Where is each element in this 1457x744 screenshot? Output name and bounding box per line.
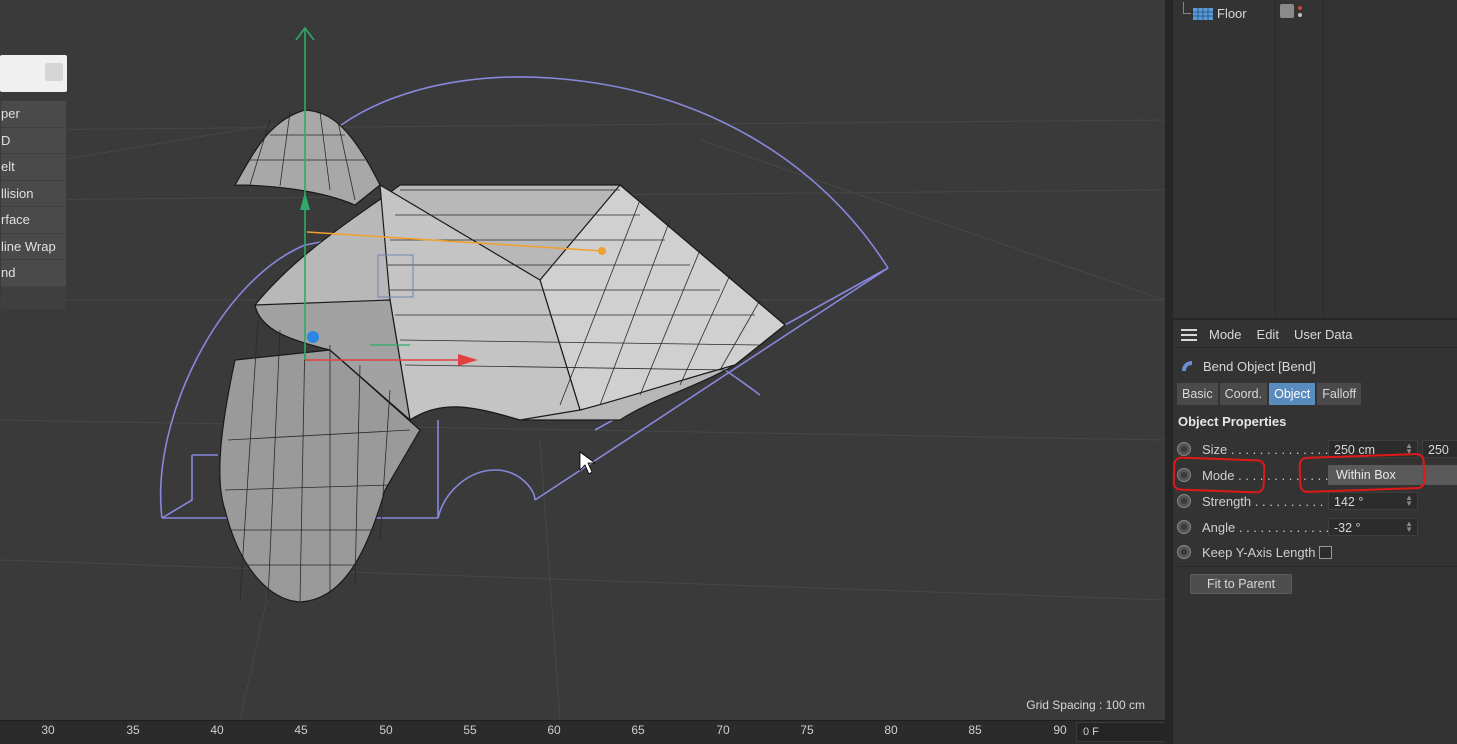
timeline-tick: 55 bbox=[463, 723, 477, 737]
prop-keep-y: Keep Y-Axis Length bbox=[1177, 541, 1457, 563]
menu-item-collision[interactable]: llision bbox=[1, 181, 66, 207]
keep-y-checkbox[interactable] bbox=[1319, 545, 1333, 559]
mouse-cursor-icon bbox=[579, 451, 597, 475]
menu-mode[interactable]: Mode bbox=[1209, 327, 1242, 342]
tab-basic[interactable]: Basic bbox=[1177, 383, 1218, 405]
animate-radio-icon[interactable] bbox=[1177, 545, 1191, 559]
timeline-tick: 70 bbox=[716, 723, 730, 737]
column-divider bbox=[1323, 0, 1324, 318]
current-frame-field[interactable]: 0 F bbox=[1076, 722, 1166, 742]
menu-edit[interactable]: Edit bbox=[1257, 327, 1279, 342]
edit-tag-icon[interactable] bbox=[1280, 4, 1294, 18]
timeline-tick: 30 bbox=[41, 723, 55, 737]
visibility-dots[interactable] bbox=[1298, 5, 1302, 17]
timeline-ruler[interactable]: 30 35 40 45 50 55 60 65 70 75 80 85 90 bbox=[0, 720, 1165, 744]
separator bbox=[1177, 566, 1457, 567]
tree-connector bbox=[1183, 2, 1191, 14]
section-heading: Object Properties bbox=[1178, 414, 1287, 429]
prop-label-keep-y: Keep Y-Axis Length bbox=[1202, 544, 1316, 560]
prop-angle: Angle . . . . . . . . . . . . . -32 ° ▲ ▼ bbox=[1177, 516, 1457, 538]
timeline-tick: 65 bbox=[631, 723, 645, 737]
grid-spacing-label: Grid Spacing : 100 cm bbox=[1026, 698, 1145, 712]
timeline-tick: 45 bbox=[294, 723, 308, 737]
timeline-tick: 85 bbox=[968, 723, 982, 737]
object-row-floor[interactable]: Floor bbox=[1183, 2, 1247, 24]
fit-to-parent-button[interactable]: Fit to Parent bbox=[1190, 574, 1292, 594]
object-title-text: Bend Object [Bend] bbox=[1203, 358, 1316, 374]
strength-field[interactable]: 142 ° ▲ ▼ bbox=[1328, 492, 1418, 510]
timeline-tick: 40 bbox=[210, 723, 224, 737]
attribute-tabs: Basic Coord. Object Falloff bbox=[1177, 383, 1363, 405]
deformer-menu: per D elt llision rface line Wrap nd bbox=[0, 100, 67, 309]
panel-divider[interactable] bbox=[1165, 0, 1173, 744]
timeline-tick: 35 bbox=[126, 723, 140, 737]
angle-field[interactable]: -32 ° ▲ ▼ bbox=[1328, 518, 1418, 536]
tab-object[interactable]: Object bbox=[1269, 383, 1316, 405]
menu-spacer bbox=[1, 286, 66, 309]
object-name-floor: Floor bbox=[1217, 5, 1247, 21]
bend-deformer-icon bbox=[1182, 361, 1192, 371]
floor-icon bbox=[1193, 8, 1213, 20]
3d-viewport[interactable]: Grid Spacing : 100 cm bbox=[0, 0, 1165, 720]
timeline-tick: 75 bbox=[800, 723, 814, 737]
tab-falloff[interactable]: Falloff bbox=[1317, 383, 1362, 405]
hamburger-menu-icon[interactable] bbox=[1181, 328, 1197, 341]
timeline-tick: 80 bbox=[884, 723, 898, 737]
annotation-circle-mode bbox=[1172, 456, 1266, 494]
clear-icon[interactable] bbox=[45, 63, 63, 81]
stepper-icon[interactable]: ▲ ▼ bbox=[1405, 494, 1413, 508]
menu-user-data[interactable]: User Data bbox=[1294, 327, 1353, 342]
deformer-search-field[interactable] bbox=[0, 55, 67, 92]
tab-coord[interactable]: Coord. bbox=[1219, 383, 1268, 405]
prop-strength: Strength . . . . . . . . . . . 142 ° ▲ ▼ bbox=[1177, 490, 1457, 512]
animate-radio-icon[interactable] bbox=[1177, 442, 1191, 456]
object-manager bbox=[1173, 0, 1457, 318]
animate-radio-icon[interactable] bbox=[1177, 494, 1191, 508]
column-divider bbox=[1275, 0, 1276, 318]
viewport-scene bbox=[0, 26, 1165, 720]
animate-radio-icon[interactable] bbox=[1177, 520, 1191, 534]
menu-item-bend[interactable]: nd bbox=[1, 260, 66, 287]
menu-item-wrapper[interactable]: per bbox=[1, 101, 66, 128]
timeline-tick: 50 bbox=[379, 723, 393, 737]
menu-item-spline-wrap[interactable]: line Wrap bbox=[1, 234, 66, 260]
stepper-icon[interactable]: ▲ ▼ bbox=[1405, 520, 1413, 534]
annotation-circle-within-box bbox=[1298, 452, 1426, 494]
menu-item-ffd[interactable]: D bbox=[1, 128, 66, 154]
size-y-field[interactable]: 250 bbox=[1422, 440, 1457, 458]
object-title: Bend Object [Bend] bbox=[1180, 356, 1316, 376]
timeline-tick: 60 bbox=[547, 723, 561, 737]
menu-item-melt[interactable]: elt bbox=[1, 154, 66, 181]
attribute-menubar: Mode Edit User Data bbox=[1173, 322, 1457, 348]
menu-item-surface[interactable]: rface bbox=[1, 207, 66, 234]
timeline-tick: 90 bbox=[1053, 723, 1067, 737]
floor-tags bbox=[1280, 4, 1302, 18]
